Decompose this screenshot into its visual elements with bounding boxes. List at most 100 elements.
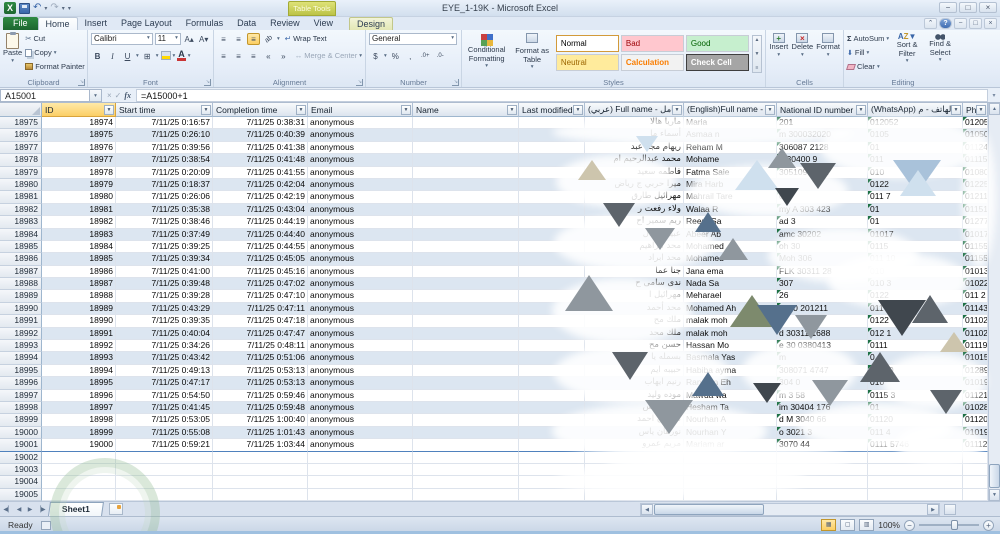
cell-id[interactable]: 18977 xyxy=(42,154,116,167)
cell-wa[interactable]: 010 xyxy=(868,265,963,279)
enter-icon[interactable]: ✓ xyxy=(115,91,122,100)
cell-arabic[interactable]: فاطمه سعيد xyxy=(585,166,684,179)
cell-email[interactable]: anonymous xyxy=(308,265,413,279)
cell-english[interactable]: Nourhan Y xyxy=(684,426,777,440)
cell-end[interactable]: 7/11/25 0:42:04 xyxy=(213,178,308,192)
cell-id[interactable]: 18993 xyxy=(42,352,116,365)
cell-nid[interactable]: d M 3040 66 xyxy=(777,414,868,427)
normal-view-button[interactable]: ▦ xyxy=(821,519,837,531)
cell-id[interactable]: 18980 xyxy=(42,191,116,204)
cell-email[interactable]: anonymous xyxy=(308,426,413,440)
minimize-ribbon-icon[interactable]: ⌃ xyxy=(924,18,937,29)
cell-name[interactable] xyxy=(413,426,519,440)
cell-english[interactable]: Nourhan A xyxy=(684,414,777,427)
column-header-arabic[interactable]: (عربي) Full name - كامل▼ xyxy=(585,103,684,117)
cell-phone[interactable]: 01124 xyxy=(963,141,988,155)
clipboard-dialog-launcher[interactable]: ↘ xyxy=(78,79,85,86)
cell-nid[interactable]: my A 303 423 xyxy=(777,203,868,217)
insert-function-icon[interactable]: fx xyxy=(124,91,131,100)
cell-arabic[interactable]: حبيبه ايم xyxy=(585,364,684,378)
cell-email[interactable]: anonymous xyxy=(308,117,413,130)
cell-lastmod[interactable] xyxy=(519,178,585,192)
tab-home[interactable]: Home xyxy=(37,17,78,30)
row-header-18986[interactable]: 18986 xyxy=(0,253,42,266)
cell-style-check-cell[interactable]: Check Cell xyxy=(685,54,749,71)
cell-lastmod[interactable] xyxy=(519,302,585,316)
cell-lastmod[interactable] xyxy=(519,265,585,279)
find-select-button[interactable]: Find & Select ▾ xyxy=(925,32,955,64)
cell-start[interactable] xyxy=(116,463,213,477)
conditional-formatting-button[interactable]: Conditional Formatting ▾ xyxy=(465,32,508,70)
cell-email[interactable]: anonymous xyxy=(308,216,413,229)
row-header-18979[interactable]: 18979 xyxy=(0,166,42,179)
comma-style-button[interactable]: , xyxy=(404,50,417,62)
cell-name[interactable] xyxy=(413,315,519,328)
cell-wa[interactable]: 0105 xyxy=(868,129,963,142)
cell-start[interactable]: 7/11/25 0:39:28 xyxy=(116,290,213,303)
sheet-tab-sheet1[interactable]: Sheet1 xyxy=(48,502,104,516)
increase-indent-button[interactable]: » xyxy=(277,50,290,62)
cell-name[interactable] xyxy=(413,476,519,489)
row-header-18987[interactable]: 18987 xyxy=(0,265,42,279)
column-header-name[interactable]: Name ▼ xyxy=(413,103,519,117)
cell-lastmod[interactable] xyxy=(519,203,585,217)
cell-name[interactable] xyxy=(413,253,519,266)
cell-start[interactable]: 7/11/25 0:59:21 xyxy=(116,439,213,452)
cell-phone[interactable] xyxy=(963,451,988,464)
cell-start[interactable]: 7/11/25 0:54:50 xyxy=(116,389,213,402)
cell-phone[interactable]: 01019 xyxy=(963,426,988,440)
cell-wa[interactable]: 010 xyxy=(868,166,963,179)
cell-start[interactable]: 7/11/25 0:49:13 xyxy=(116,364,213,378)
cell-id[interactable]: 18995 xyxy=(42,377,116,390)
align-center-button[interactable]: ≡ xyxy=(232,50,245,62)
decrease-indent-button[interactable]: « xyxy=(262,50,275,62)
cell-id[interactable]: 18989 xyxy=(42,302,116,316)
prev-sheet-icon[interactable]: ◀ xyxy=(14,506,24,513)
cell-start[interactable]: 7/11/25 0:43:42 xyxy=(116,352,213,365)
cell-nid[interactable] xyxy=(777,488,868,502)
scroll-up-icon[interactable]: ▲ xyxy=(989,103,1000,115)
cell-nid[interactable]: o 3021 3 xyxy=(777,426,868,440)
cell-email[interactable]: anonymous xyxy=(308,203,413,217)
page-break-view-button[interactable]: ▥ xyxy=(859,519,875,531)
cell-arabic[interactable]: موده وليد xyxy=(585,389,684,402)
cell-name[interactable] xyxy=(413,265,519,279)
cell-email[interactable]: anonymous xyxy=(308,340,413,353)
cell-lastmod[interactable] xyxy=(519,154,585,167)
font-dialog-launcher[interactable]: ↘ xyxy=(204,79,211,86)
cell-lastmod[interactable] xyxy=(519,216,585,229)
cell-arabic[interactable]: محد ابراهيم xyxy=(585,240,684,254)
orientation-button[interactable]: ab xyxy=(260,30,278,48)
row-header-18991[interactable]: 18991 xyxy=(0,315,42,328)
cell-nid[interactable]: 307 xyxy=(777,278,868,291)
zoom-slider[interactable] xyxy=(919,520,979,530)
cell-wa[interactable]: 012052 xyxy=(868,117,963,130)
row-header-18983[interactable]: 18983 xyxy=(0,216,42,229)
cell-id[interactable]: 18985 xyxy=(42,253,116,266)
cell-phone[interactable]: 01102 xyxy=(963,315,988,328)
cell-start[interactable]: 7/11/25 0:47:17 xyxy=(116,377,213,390)
cell-phone[interactable]: 01013 xyxy=(963,265,988,279)
cell-english[interactable]: Reem Sa xyxy=(684,216,777,229)
row-header-18978[interactable]: 18978 xyxy=(0,154,42,167)
cell-start[interactable]: 7/11/25 0:16:57 xyxy=(116,117,213,130)
cell-email[interactable]: anonymous xyxy=(308,278,413,291)
cell-name[interactable] xyxy=(413,302,519,316)
cell-phone[interactable]: 01211 xyxy=(963,191,988,204)
cell-nid[interactable]: e 30 0380413 xyxy=(777,340,868,353)
column-header-lastmod[interactable]: Last modified time▼ xyxy=(519,103,585,117)
fill-button[interactable]: ⬇ Fill ▾ xyxy=(847,46,889,59)
cell-nid[interactable] xyxy=(777,476,868,489)
tab-formulas[interactable]: Formulas xyxy=(179,17,231,30)
cell-id[interactable]: 18982 xyxy=(42,216,116,229)
cell-arabic[interactable]: ندى سامى ح xyxy=(585,278,684,291)
cell-name[interactable] xyxy=(413,191,519,204)
cell-start[interactable] xyxy=(116,451,213,464)
cell-email[interactable]: anonymous xyxy=(308,253,413,266)
cell-english[interactable]: Hassan Mo xyxy=(684,340,777,353)
cell-arabic[interactable]: محد ابراد xyxy=(585,253,684,266)
cell-email[interactable]: anonymous xyxy=(308,191,413,204)
cell-phone[interactable]: 01022 xyxy=(963,278,988,291)
cell-wa[interactable] xyxy=(868,451,963,464)
cell-email[interactable] xyxy=(308,488,413,502)
